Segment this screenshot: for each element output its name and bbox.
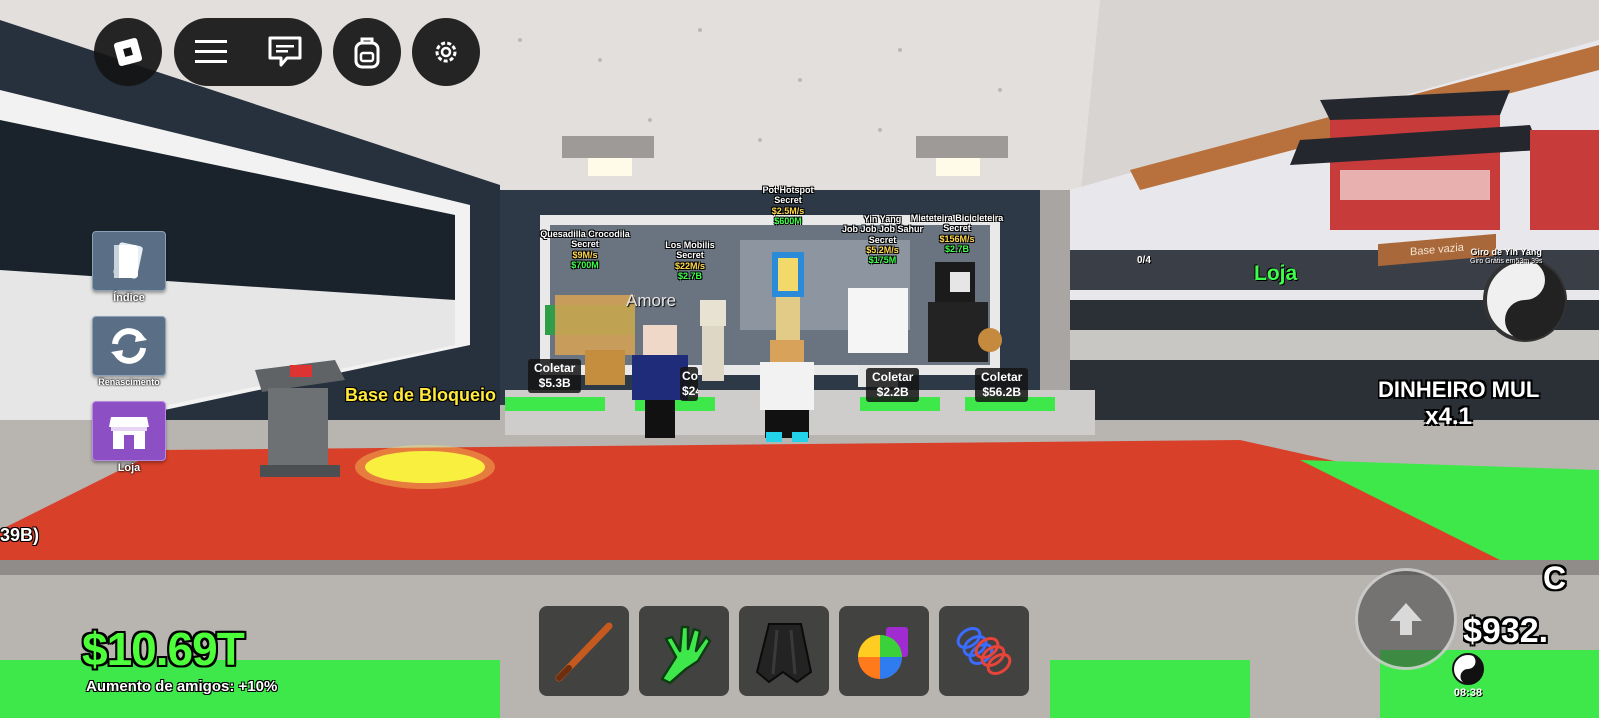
brainrot-tag-4: Mieteteira Bicicleteira Secret $156M/s $… xyxy=(902,213,1012,254)
base-counter: 0/4 xyxy=(1137,255,1151,266)
jump-button[interactable] xyxy=(1355,568,1457,670)
money-multiplier-value: x4.1 xyxy=(1425,403,1472,430)
settings-button[interactable] xyxy=(412,18,480,86)
hotbar-slot-glove[interactable] xyxy=(639,606,729,696)
wheel-title: Giro de Yin Yang Giro Grátis em53m 39s xyxy=(1470,247,1542,266)
menu-chat-group xyxy=(174,18,322,86)
friends-boost-text: Aumento de amigos: +10% xyxy=(86,678,278,695)
roblox-menu-button[interactable] xyxy=(94,18,162,86)
brainrot-rate: $9M/s xyxy=(572,249,598,260)
clock-text: 08:38 xyxy=(1453,687,1483,699)
collect-label: Coletar xyxy=(534,361,576,375)
shop-sign: Loja xyxy=(1254,262,1298,285)
player-nametag: Amore xyxy=(626,291,677,310)
rebirth-icon xyxy=(111,328,147,364)
backpack-button[interactable] xyxy=(333,18,401,86)
collect-label: Coletar xyxy=(981,370,1023,384)
hotbar-slot-bag[interactable] xyxy=(839,606,929,696)
base-lock-label: Base de Bloqueio xyxy=(345,385,497,405)
side-menu-rebirth[interactable]: Renascimento xyxy=(92,316,166,392)
slap-glove-icon xyxy=(660,625,712,685)
brainrot-price: $175M xyxy=(868,255,897,266)
collect-button-0[interactable]: Coletar $5.3B xyxy=(528,359,582,393)
time-widget: 08:38 xyxy=(1446,652,1490,699)
menu-button[interactable] xyxy=(174,18,248,86)
book-icon xyxy=(113,242,143,279)
brainrot-name: Quesadilla Crocodila xyxy=(540,229,630,239)
brainrot-rarity: Secret xyxy=(943,223,971,234)
collect-amount: $5.3B xyxy=(538,376,571,390)
brainrot-skeleton-figure xyxy=(700,300,726,381)
brainrot-rate: $22M/s xyxy=(674,260,706,271)
brainrot-price: $600M xyxy=(774,216,802,227)
wheel-timer-text: Giro Grátis em53m 39s xyxy=(1470,257,1543,265)
index-label: Índice xyxy=(113,292,145,304)
brainrot-rarity: Secret xyxy=(676,250,704,261)
cape-icon xyxy=(755,623,813,684)
brainrot-tag-0: Quesadilla Crocodila Secret $9M/s $700M xyxy=(530,229,640,270)
arrow-up-icon xyxy=(1390,603,1422,635)
left-partial-text: 39B) xyxy=(0,525,40,545)
brainrot-name: Mieteteira Bicicleteira xyxy=(910,213,1004,223)
brainrot-price: $2.7B xyxy=(677,271,703,282)
money-multiplier-title: DINHEIRO MUL xyxy=(1378,377,1540,402)
money-multiplier: DINHEIRO MUL x4.1 xyxy=(1378,377,1599,431)
brainrot-tag-1: Los Mobilis Secret $22M/s $2.7B xyxy=(655,240,725,281)
collect-label: Coletar xyxy=(872,370,914,384)
chat-button[interactable] xyxy=(248,18,322,86)
side-menu-shop[interactable]: Loja xyxy=(92,401,166,477)
brainrot-tag-2: Pot Hotspot Secret $2.5M/s $600M xyxy=(748,185,828,226)
menu-icon xyxy=(195,40,227,63)
collect-amount: $24B xyxy=(682,384,698,398)
rebirth-tile[interactable] xyxy=(92,316,166,376)
brainrot-rarity: Secret xyxy=(571,239,599,250)
collect-button-4[interactable]: Coletar $56.2B xyxy=(975,368,1029,402)
money-display: $10.69T xyxy=(82,623,245,675)
backpack-icon xyxy=(354,37,380,69)
yin-yang-icon xyxy=(1452,653,1484,685)
brainrot-pot-hotspot-figure xyxy=(772,252,804,347)
yin-yang-wheel xyxy=(1483,258,1567,342)
brainrot-name: Pot Hotspot xyxy=(762,185,814,195)
collect-amount: $56.2B xyxy=(982,385,1022,399)
shop-label: Loja xyxy=(117,462,141,474)
collect-button-3[interactable]: Coletar $2.2B xyxy=(866,368,920,402)
collect-label: Coletar xyxy=(682,369,698,383)
right-partial-letter: C xyxy=(1543,560,1567,596)
brainrot-rate: $2.5M/s xyxy=(771,205,805,216)
brainrot-rate: $156M/s xyxy=(939,233,975,244)
shop-tile[interactable] xyxy=(92,401,166,461)
right-money-display: $932. xyxy=(1463,612,1549,650)
brainrot-price: $700M xyxy=(571,260,599,271)
collect-amount: $2.2B xyxy=(876,385,909,399)
hotbar-slot-bat[interactable] xyxy=(539,606,629,696)
wheel-title-text: Giro de Yin Yang xyxy=(1470,247,1542,257)
rainbow-bag-icon xyxy=(858,627,908,679)
index-tile[interactable] xyxy=(92,231,166,291)
hotbar-slot-coil[interactable] xyxy=(939,606,1029,696)
settings-icon xyxy=(435,41,457,63)
collect-button-1[interactable]: Coletar $24B xyxy=(680,367,698,401)
rebirth-label: Renascimento xyxy=(98,377,160,387)
brainrot-rarity: Secret xyxy=(774,195,802,206)
side-menu-index[interactable]: Índice xyxy=(92,231,166,307)
brainrot-price: $2.7B xyxy=(944,244,970,255)
hotbar-slot-cape[interactable] xyxy=(739,606,829,696)
brainrot-name: Los Mobilis xyxy=(665,240,715,250)
roblox-logo-icon xyxy=(113,37,143,67)
bat-icon xyxy=(555,622,613,682)
spring-coil-icon xyxy=(956,626,1012,676)
chat-icon xyxy=(268,36,302,67)
shop-icon xyxy=(109,417,149,449)
